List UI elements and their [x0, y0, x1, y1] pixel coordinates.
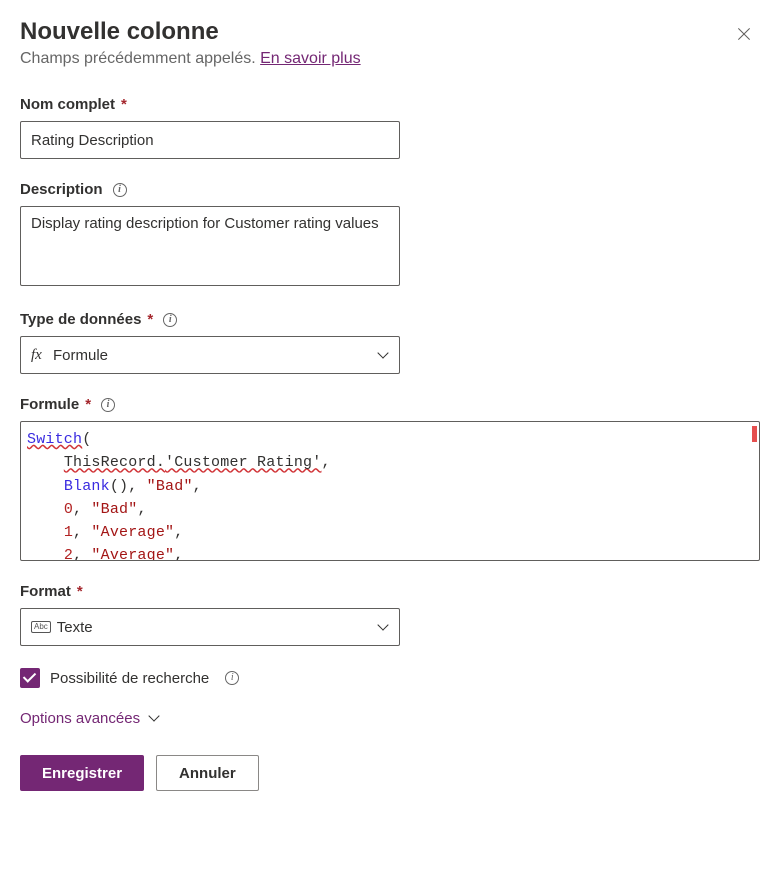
scroll-indicator: [752, 426, 757, 442]
token-str: "Bad": [91, 501, 137, 518]
format-label-text: Format: [20, 583, 71, 600]
display-name-field: Nom complet *: [20, 96, 760, 159]
footer-buttons: Enregistrer Annuler: [20, 755, 760, 791]
data-type-label: Type de données * i: [20, 311, 760, 328]
token-num: 1: [64, 524, 73, 541]
chevron-down-icon: [377, 621, 389, 633]
token-id: ThisRecord.: [64, 454, 165, 471]
description-label: Description i: [20, 181, 760, 198]
chevron-down-icon: [377, 349, 389, 361]
advanced-options-label: Options avancées: [20, 710, 140, 727]
token-id: 'Customer Rating': [165, 454, 321, 471]
description-field: Description i: [20, 181, 760, 289]
formula-label-text: Formule: [20, 396, 79, 413]
formula-editor[interactable]: Switch( ThisRecord.'Customer Rating', Bl…: [20, 421, 760, 561]
token-num: 0: [64, 501, 73, 518]
token-fn: Switch: [27, 431, 82, 448]
display-name-label: Nom complet *: [20, 96, 760, 113]
info-icon[interactable]: i: [101, 398, 115, 412]
required-indicator: *: [121, 96, 127, 113]
save-button[interactable]: Enregistrer: [20, 755, 144, 791]
info-icon[interactable]: i: [163, 313, 177, 327]
info-icon[interactable]: i: [225, 671, 239, 685]
searchable-checkbox[interactable]: [20, 668, 40, 688]
data-type-select[interactable]: fx Formule: [20, 336, 400, 374]
required-indicator: *: [85, 396, 91, 413]
searchable-row: Possibilité de recherche i: [20, 668, 760, 688]
formula-icon: fx: [31, 347, 53, 364]
format-label: Format *: [20, 583, 760, 600]
format-field: Format * Abc Texte: [20, 583, 760, 646]
advanced-options-toggle[interactable]: Options avancées: [20, 710, 760, 727]
data-type-value: Formule: [53, 347, 377, 364]
format-value: Texte: [57, 619, 377, 636]
close-icon[interactable]: [734, 24, 754, 44]
learn-more-link[interactable]: En savoir plus: [260, 50, 361, 67]
panel-subtitle: Champs précédemment appelés. En savoir p…: [20, 50, 760, 68]
info-icon[interactable]: i: [113, 183, 127, 197]
data-type-field: Type de données * i fx Formule: [20, 311, 760, 374]
display-name-input[interactable]: [20, 121, 400, 159]
text-format-icon: Abc: [31, 621, 51, 633]
token-str: "Average": [91, 547, 174, 561]
required-indicator: *: [147, 311, 153, 328]
description-label-text: Description: [20, 181, 103, 198]
chevron-down-icon: [148, 713, 160, 725]
panel-header: Nouvelle colonne: [20, 18, 760, 46]
panel-title: Nouvelle colonne: [20, 18, 219, 46]
required-indicator: *: [77, 583, 83, 600]
subtitle-text: Champs précédemment appelés.: [20, 50, 260, 67]
description-input[interactable]: [20, 206, 400, 286]
cancel-button[interactable]: Annuler: [156, 755, 259, 791]
format-select[interactable]: Abc Texte: [20, 608, 400, 646]
token-str: "Bad": [147, 478, 193, 495]
new-column-panel: Nouvelle colonne Champs précédemment app…: [0, 0, 780, 809]
formula-label: Formule * i: [20, 396, 760, 413]
display-name-label-text: Nom complet: [20, 96, 115, 113]
formula-field: Formule * i Switch( ThisRecord.'Customer …: [20, 396, 760, 561]
token-str: "Average": [91, 524, 174, 541]
data-type-label-text: Type de données: [20, 311, 141, 328]
searchable-label: Possibilité de recherche: [50, 670, 209, 687]
token-fn: Blank: [64, 478, 110, 495]
token-num: 2: [64, 547, 73, 561]
